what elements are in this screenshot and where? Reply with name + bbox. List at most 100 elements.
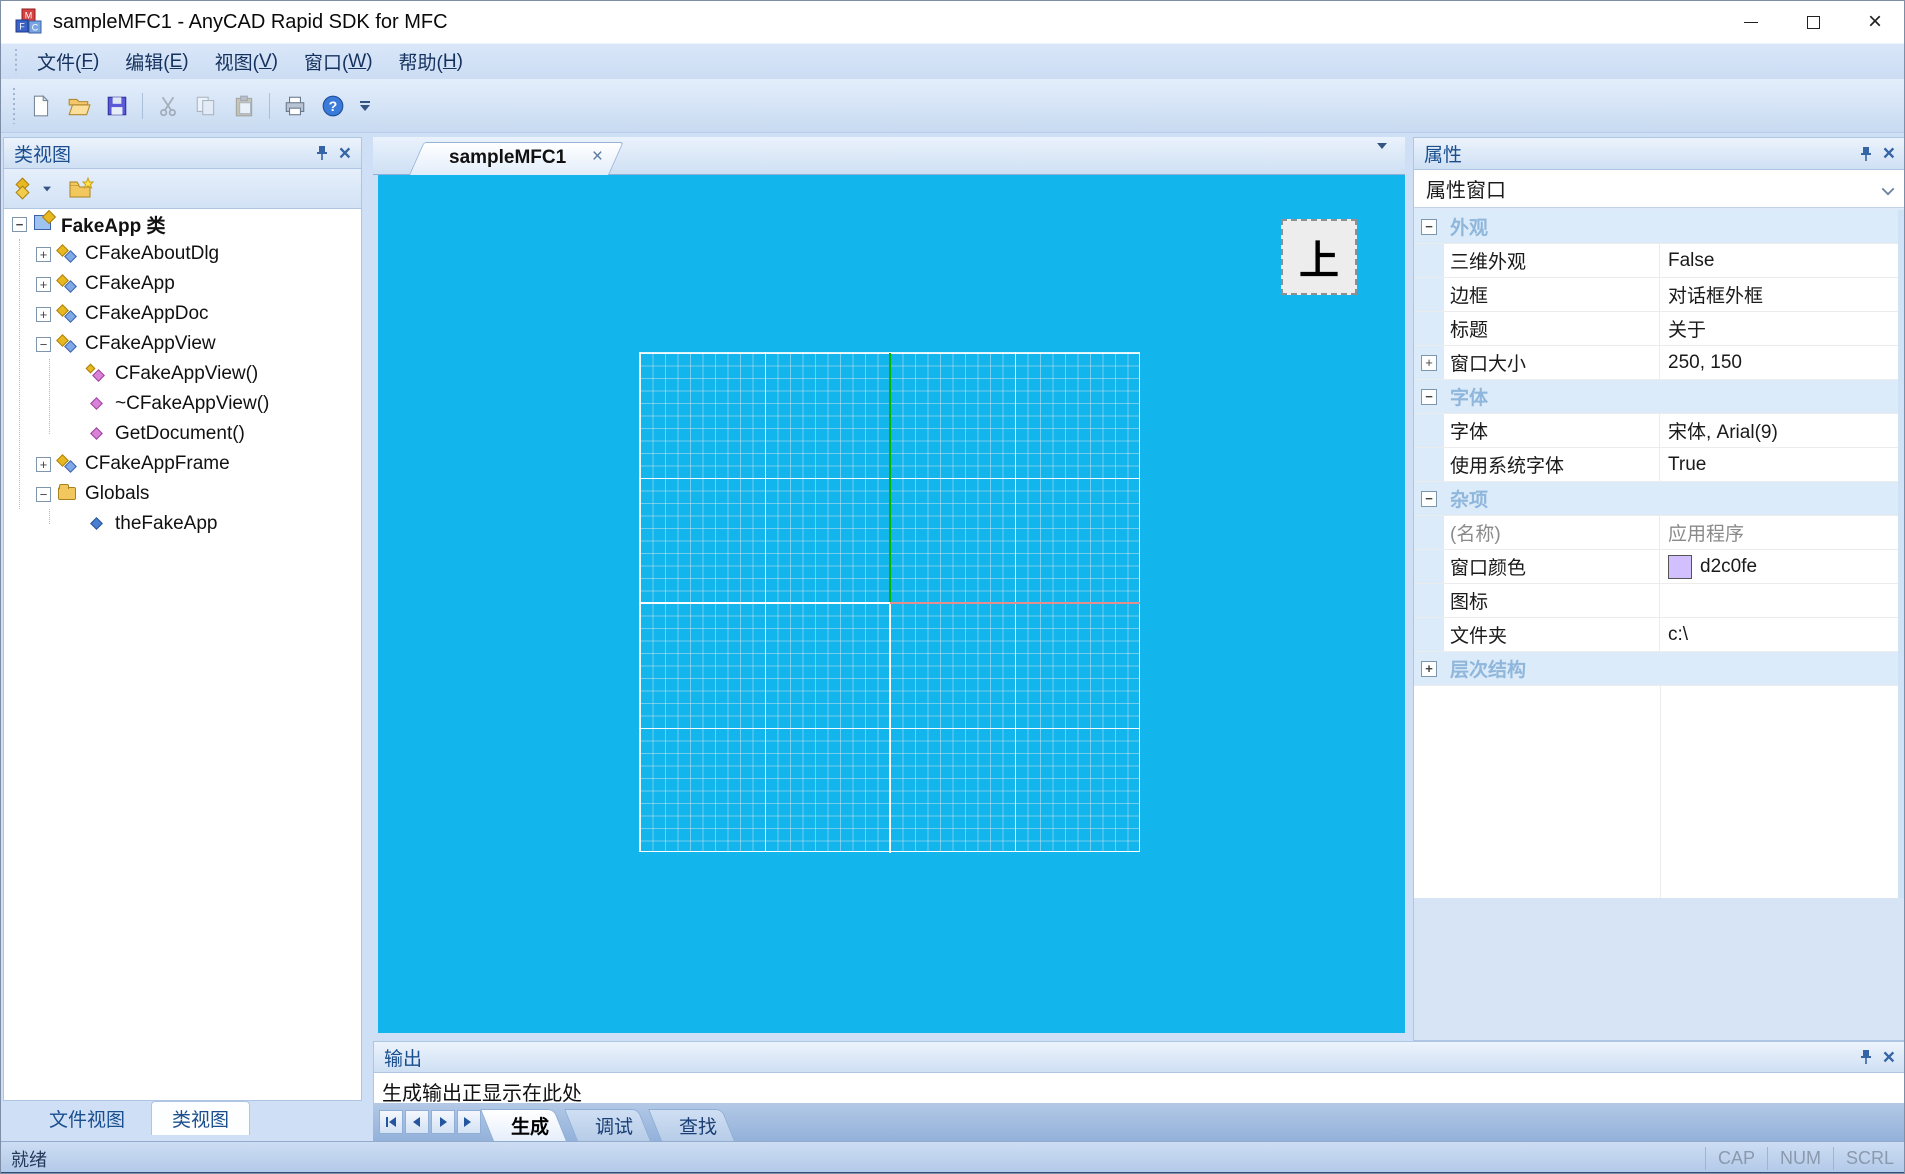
collapse-icon[interactable]: − <box>1421 219 1437 235</box>
print-icon[interactable] <box>278 89 312 123</box>
close-button[interactable]: × <box>1844 1 1905 43</box>
collapse-icon[interactable]: − <box>1421 491 1437 507</box>
tree-item-folder[interactable]: Globals <box>4 479 361 509</box>
properties-title: 属性 <box>1424 140 1462 167</box>
minimize-button[interactable] <box>1720 1 1782 43</box>
tab-list-dropdown-icon[interactable] <box>1377 149 1387 167</box>
menu-edit[interactable]: 编辑(E) <box>112 44 201 79</box>
tree-item-class[interactable]: CFakeAppView <box>4 329 361 359</box>
svg-text:F: F <box>19 22 25 32</box>
section-hierarchy[interactable]: + 层次结构 <box>1414 652 1905 686</box>
object-selector-combo[interactable]: 属性窗口 <box>1414 170 1905 208</box>
section-misc[interactable]: − 杂项 <box>1414 482 1905 516</box>
property-row[interactable]: 文件夹 c:\ <box>1414 618 1905 652</box>
scroll-first-button[interactable] <box>379 1110 403 1134</box>
menu-view[interactable]: 视图(V) <box>202 44 291 79</box>
expand-icon[interactable]: + <box>1421 355 1437 371</box>
collapse-icon[interactable] <box>36 337 51 352</box>
tree-item-class[interactable]: CFakeAppDoc <box>4 299 361 329</box>
copy-icon[interactable] <box>189 89 223 123</box>
menu-window[interactable]: 窗口(W) <box>291 44 386 79</box>
tree-item-class[interactable]: CFakeAboutDlg <box>4 239 361 269</box>
property-row[interactable]: 标题 关于 <box>1414 312 1905 346</box>
collapse-icon[interactable] <box>36 487 51 502</box>
property-row[interactable]: 边框 对话框外框 <box>1414 278 1905 312</box>
color-swatch[interactable] <box>1668 555 1692 579</box>
menu-file[interactable]: 文件(F) <box>24 44 112 79</box>
new-document-icon[interactable] <box>24 89 58 123</box>
close-panel-icon[interactable]: × <box>1883 143 1895 164</box>
tab-close-icon[interactable]: × <box>592 146 603 168</box>
class-icon <box>57 334 79 354</box>
axis-y-positive <box>889 353 891 603</box>
tree-item-class[interactable]: CFakeAppFrame <box>4 449 361 479</box>
vertical-splitter-right[interactable] <box>1405 137 1413 1041</box>
minimize-icon <box>1744 22 1758 23</box>
document-tab-label: sampleMFC1 <box>449 147 566 169</box>
expand-icon[interactable] <box>36 307 51 322</box>
output-tab-build[interactable]: 生成 <box>493 1109 567 1141</box>
method-icon <box>87 364 109 384</box>
svg-text:M: M <box>25 11 33 21</box>
help-icon[interactable]: ? <box>316 89 350 123</box>
output-header: 输出 × <box>373 1041 1905 1073</box>
property-row[interactable]: (名称) 应用程序 <box>1414 516 1905 550</box>
open-folder-icon[interactable] <box>62 89 96 123</box>
document-tab[interactable]: sampleMFC1 × <box>409 142 609 175</box>
menu-bar: 文件(F) 编辑(E) 视图(V) 窗口(W) 帮助(H) <box>1 43 1905 79</box>
pin-icon[interactable] <box>315 145 329 161</box>
property-row[interactable]: 使用系统字体 True <box>1414 448 1905 482</box>
tree-item-method[interactable]: CFakeAppView() <box>4 359 361 389</box>
property-row[interactable]: 字体 宋体, Arial(9) <box>1414 414 1905 448</box>
new-folder-icon[interactable] <box>68 177 94 201</box>
cut-icon[interactable] <box>151 89 185 123</box>
tree-item-root[interactable]: FakeApp 类 <box>4 209 361 239</box>
properties-scrollbar[interactable] <box>1898 210 1905 898</box>
view-cube-top[interactable]: 上 <box>1281 219 1357 295</box>
maximize-button[interactable] <box>1782 1 1844 43</box>
property-row[interactable]: + 窗口大小 250, 150 <box>1414 346 1905 380</box>
output-tab-debug[interactable]: 调试 <box>577 1109 651 1141</box>
expand-icon[interactable] <box>36 457 51 472</box>
tree-item-variable[interactable]: theFakeApp <box>4 509 361 539</box>
tree-item-class[interactable]: CFakeApp <box>4 269 361 299</box>
window-title: sampleMFC1 - AnyCAD Rapid SDK for MFC <box>53 11 448 34</box>
method-icon <box>87 394 109 414</box>
paste-icon[interactable] <box>227 89 261 123</box>
vertical-splitter-left[interactable] <box>362 137 373 1141</box>
output-tab-find[interactable]: 查找 <box>661 1109 735 1141</box>
folder-icon <box>57 484 79 504</box>
pin-icon[interactable] <box>1859 1049 1873 1065</box>
close-panel-icon[interactable]: × <box>1883 1047 1895 1068</box>
property-row[interactable]: 图标 <box>1414 584 1905 618</box>
axis-x-negative <box>640 602 890 604</box>
tree-item-method[interactable]: ~CFakeAppView() <box>4 389 361 419</box>
property-row[interactable]: 三维外观 False <box>1414 244 1905 278</box>
toolbar-overflow-button[interactable] <box>360 101 370 111</box>
collapse-icon[interactable]: − <box>1421 389 1437 405</box>
viewport-canvas[interactable]: 上 <box>378 175 1405 1033</box>
expand-icon[interactable] <box>36 277 51 292</box>
pin-icon[interactable] <box>1859 146 1873 162</box>
tree-item-method[interactable]: GetDocument() <box>4 419 361 449</box>
scroll-prev-button[interactable] <box>405 1110 429 1134</box>
scroll-last-button[interactable] <box>457 1110 481 1134</box>
save-icon[interactable] <box>100 89 134 123</box>
tab-file-view[interactable]: 文件视图 <box>29 1101 145 1135</box>
tab-class-view[interactable]: 类视图 <box>151 1101 250 1135</box>
classview-settings-dropdown-icon[interactable] <box>43 186 51 191</box>
section-appearance[interactable]: − 外观 <box>1414 210 1905 244</box>
close-panel-icon[interactable]: × <box>339 143 351 164</box>
class-tree: FakeApp 类 CFakeAboutDlg CFakeApp CFakeAp… <box>3 209 362 1101</box>
classview-settings-icon[interactable] <box>12 177 36 201</box>
output-panel: 输出 × 生成输出正显示在此处 生成 调试 查找 <box>373 1041 1905 1141</box>
property-grid: − 外观 三维外观 False 边框 对话框外框 标题 关于 + 窗口大 <box>1414 210 1905 686</box>
menu-help[interactable]: 帮助(H) <box>386 44 476 79</box>
scroll-next-button[interactable] <box>431 1110 455 1134</box>
expand-icon[interactable]: + <box>1421 661 1437 677</box>
property-row-window-color[interactable]: 窗口颜色 d2c0fe <box>1414 550 1905 584</box>
menubar-grip <box>13 49 18 74</box>
section-font[interactable]: − 字体 <box>1414 380 1905 414</box>
expand-icon[interactable] <box>36 247 51 262</box>
collapse-icon[interactable] <box>12 217 27 232</box>
